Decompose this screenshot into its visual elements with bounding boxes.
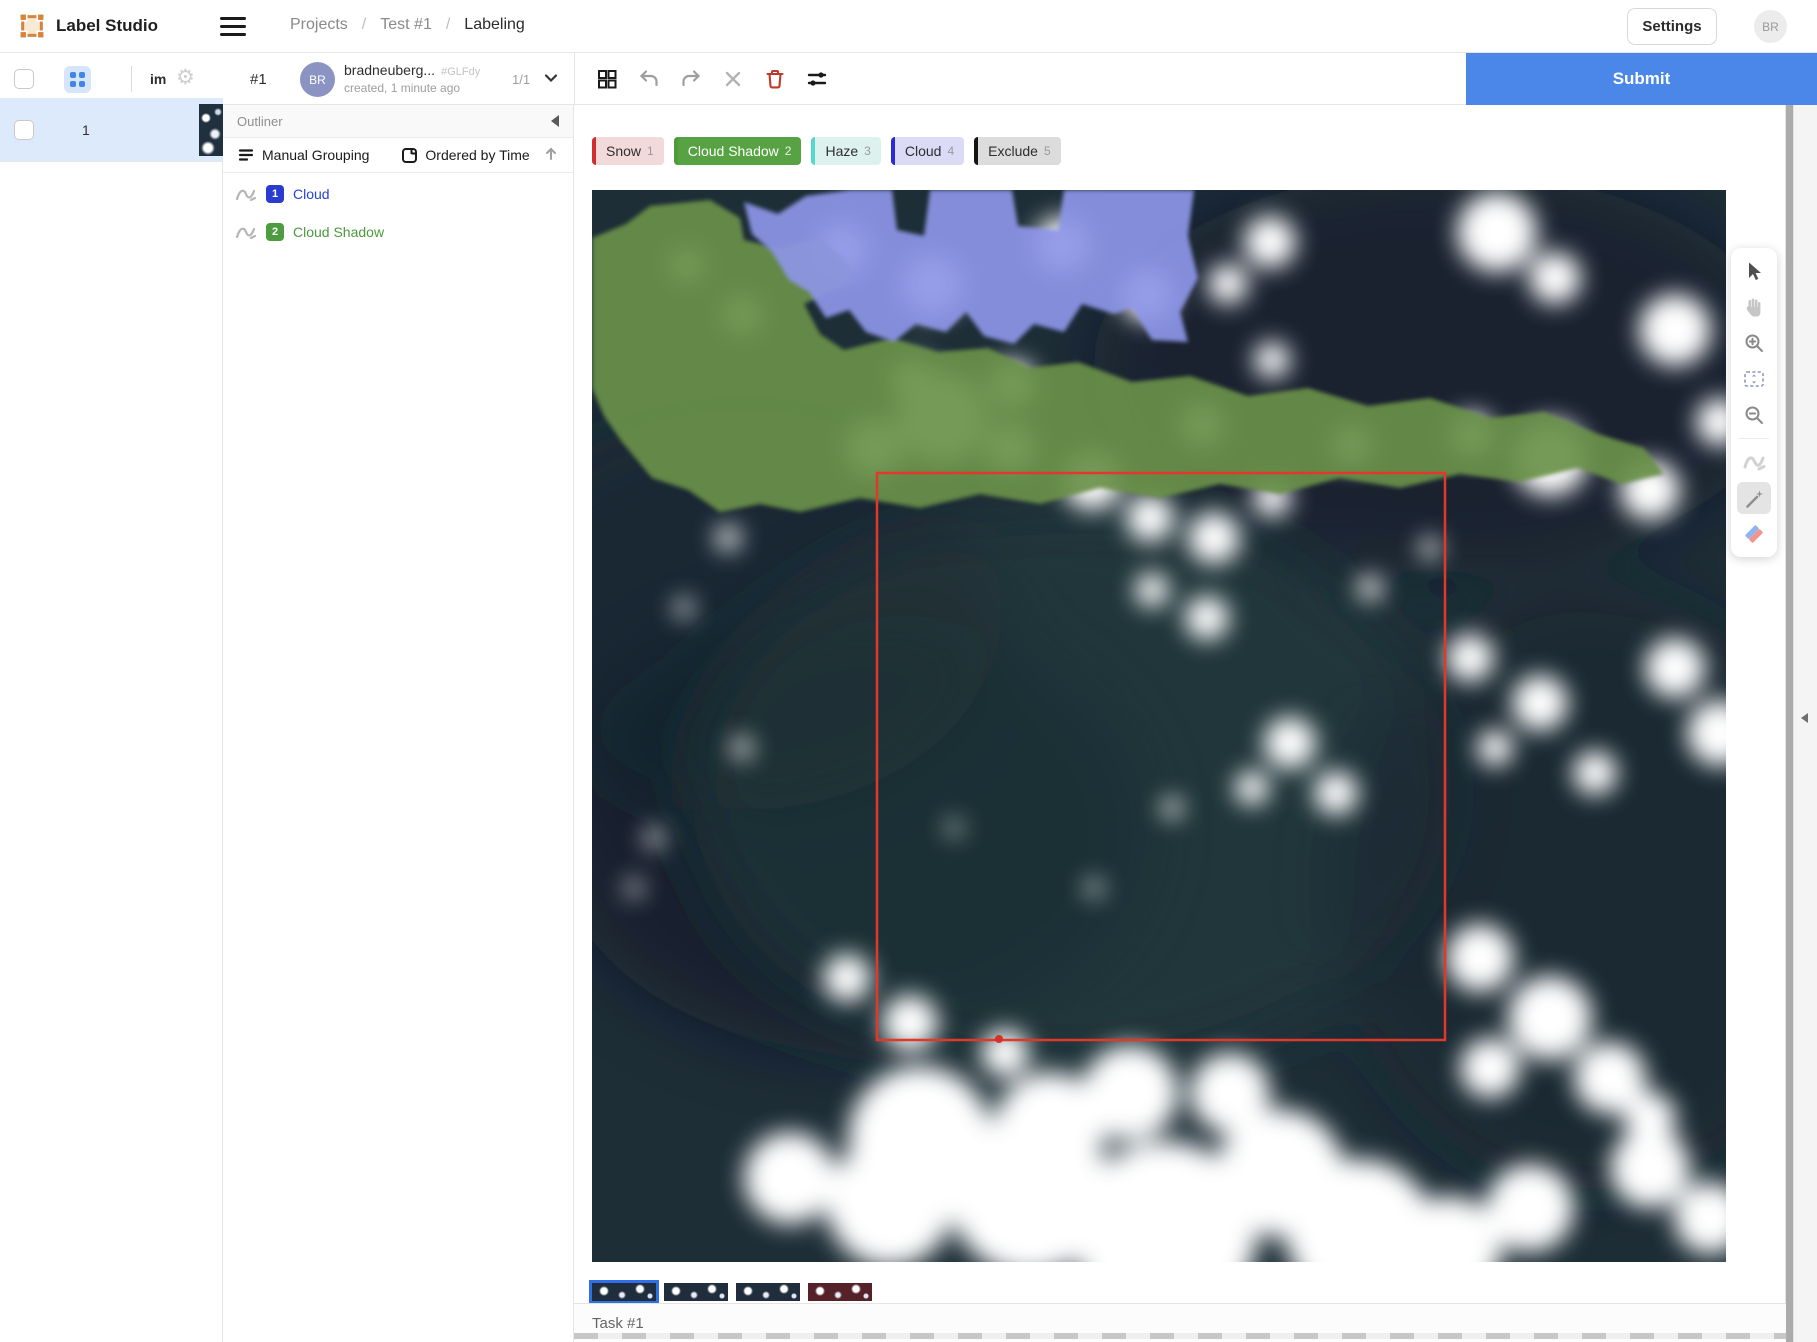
grid-view-toggle-icon[interactable] — [64, 66, 91, 93]
annotation-pager: 1/1 — [512, 72, 530, 87]
annotator-name: bradneuberg... — [344, 62, 435, 78]
fit-screen-tool-icon[interactable] — [1737, 363, 1771, 395]
label-tags-row: Snow1 Cloud Shadow2 Haze3 Cloud4 Exclude… — [592, 137, 1061, 165]
frame-thumbnail-1[interactable] — [592, 1283, 656, 1301]
region-item-cloud[interactable]: 1 Cloud — [223, 177, 573, 211]
task-toolbar: im ⚙ #1 BR bradneuberg... #GLFdy created,… — [0, 53, 1817, 105]
task-thumbnail[interactable] — [199, 104, 223, 156]
frame-thumbnail-4[interactable] — [808, 1283, 872, 1301]
grouping-mode-button[interactable]: Manual Grouping — [237, 146, 369, 164]
app-header: Label Studio Projects / Test #1 / Labeli… — [0, 0, 1817, 53]
sort-direction-icon[interactable] — [543, 146, 559, 165]
label-tag-cloud-shadow[interactable]: Cloud Shadow2 — [674, 137, 802, 165]
submit-button[interactable]: Submit — [1466, 53, 1817, 105]
brush-region-icon — [235, 185, 257, 203]
zoom-in-tool-icon[interactable] — [1737, 327, 1771, 359]
brush-tool-icon[interactable] — [1737, 446, 1771, 478]
task-list-item[interactable]: 1 — [0, 98, 223, 162]
task-row-number: 1 — [82, 122, 90, 138]
task-checkbox[interactable] — [14, 120, 34, 140]
label-tag-haze[interactable]: Haze3 — [811, 137, 880, 165]
breadcrumb-projects[interactable]: Projects — [290, 16, 348, 34]
views-grid-icon[interactable] — [595, 67, 619, 91]
collapse-panel-icon[interactable] — [551, 115, 559, 127]
image-canvas[interactable] — [592, 190, 1726, 1262]
vertical-scrollbar[interactable] — [1786, 105, 1793, 1342]
label-studio-logo — [18, 12, 46, 40]
region-item-cloud-shadow[interactable]: 2 Cloud Shadow — [223, 215, 573, 249]
eraser-tool-icon[interactable] — [1737, 518, 1771, 550]
annotation-created: created, 1 minute ago — [344, 81, 480, 95]
grouping-icon — [237, 146, 255, 164]
breadcrumb: Projects / Test #1 / Labeling — [290, 16, 525, 34]
task-footer-label: Task #1 — [592, 1315, 644, 1332]
pointer-tool-icon[interactable] — [1737, 255, 1771, 287]
redo-icon[interactable] — [679, 67, 703, 91]
label-tag-exclude[interactable]: Exclude5 — [974, 137, 1061, 165]
frame-thumbnail-2[interactable] — [664, 1283, 728, 1301]
labeling-workspace: Snow1 Cloud Shadow2 Haze3 Cloud4 Exclude… — [574, 105, 1786, 1342]
region-label: Cloud — [293, 186, 330, 202]
task-number: #1 — [250, 71, 267, 88]
magic-wand-tool-icon[interactable] — [1737, 482, 1771, 514]
region-index-badge: 1 — [266, 185, 284, 203]
clear-annotation-icon[interactable] — [721, 67, 745, 91]
outliner-title: Outliner — [237, 114, 283, 129]
frame-thumbnails — [592, 1283, 872, 1301]
select-all-checkbox[interactable] — [14, 69, 34, 89]
frame-thumbnail-3[interactable] — [736, 1283, 800, 1301]
label-tag-cloud[interactable]: Cloud4 — [891, 137, 964, 165]
settings-sliders-icon[interactable] — [805, 67, 829, 91]
user-avatar[interactable]: BR — [1754, 10, 1787, 43]
column-settings-gear-icon[interactable]: ⚙ — [176, 65, 195, 89]
outliner-panel: Outliner Manual Grouping Ordered by Time… — [223, 105, 574, 1342]
annotation-toolbar — [574, 53, 829, 105]
brush-region-icon — [235, 223, 257, 241]
ordering-icon — [401, 147, 418, 164]
annotation-id: #GLFdy — [441, 66, 480, 78]
settings-button[interactable]: Settings — [1627, 8, 1717, 45]
annotator-avatar[interactable]: BR — [300, 62, 335, 97]
undo-icon[interactable] — [637, 67, 661, 91]
annotation-info: bradneuberg... #GLFdy created, 1 minute a… — [344, 62, 480, 95]
task-list-sidebar: 1 — [0, 105, 223, 1342]
region-label: Cloud Shadow — [293, 224, 384, 240]
region-index-badge: 2 — [266, 223, 284, 241]
canvas-tools-panel — [1731, 248, 1777, 557]
breadcrumb-project[interactable]: Test #1 — [380, 16, 432, 34]
breadcrumb-current: Labeling — [464, 16, 525, 34]
image-column-header: im — [150, 71, 166, 87]
label-tag-snow[interactable]: Snow1 — [592, 137, 664, 165]
app-title: Label Studio — [56, 16, 158, 36]
horizontal-scrollbar[interactable] — [574, 1333, 1786, 1339]
delete-trash-icon[interactable] — [763, 67, 787, 91]
pan-hand-tool-icon[interactable] — [1737, 291, 1771, 323]
zoom-out-tool-icon[interactable] — [1737, 399, 1771, 431]
hamburger-menu-icon[interactable] — [220, 17, 246, 36]
ordering-mode-button[interactable]: Ordered by Time — [401, 147, 529, 164]
collapsed-right-panel — [1793, 105, 1817, 1342]
chevron-down-icon[interactable] — [542, 69, 560, 92]
expand-panel-icon[interactable] — [1801, 713, 1808, 723]
